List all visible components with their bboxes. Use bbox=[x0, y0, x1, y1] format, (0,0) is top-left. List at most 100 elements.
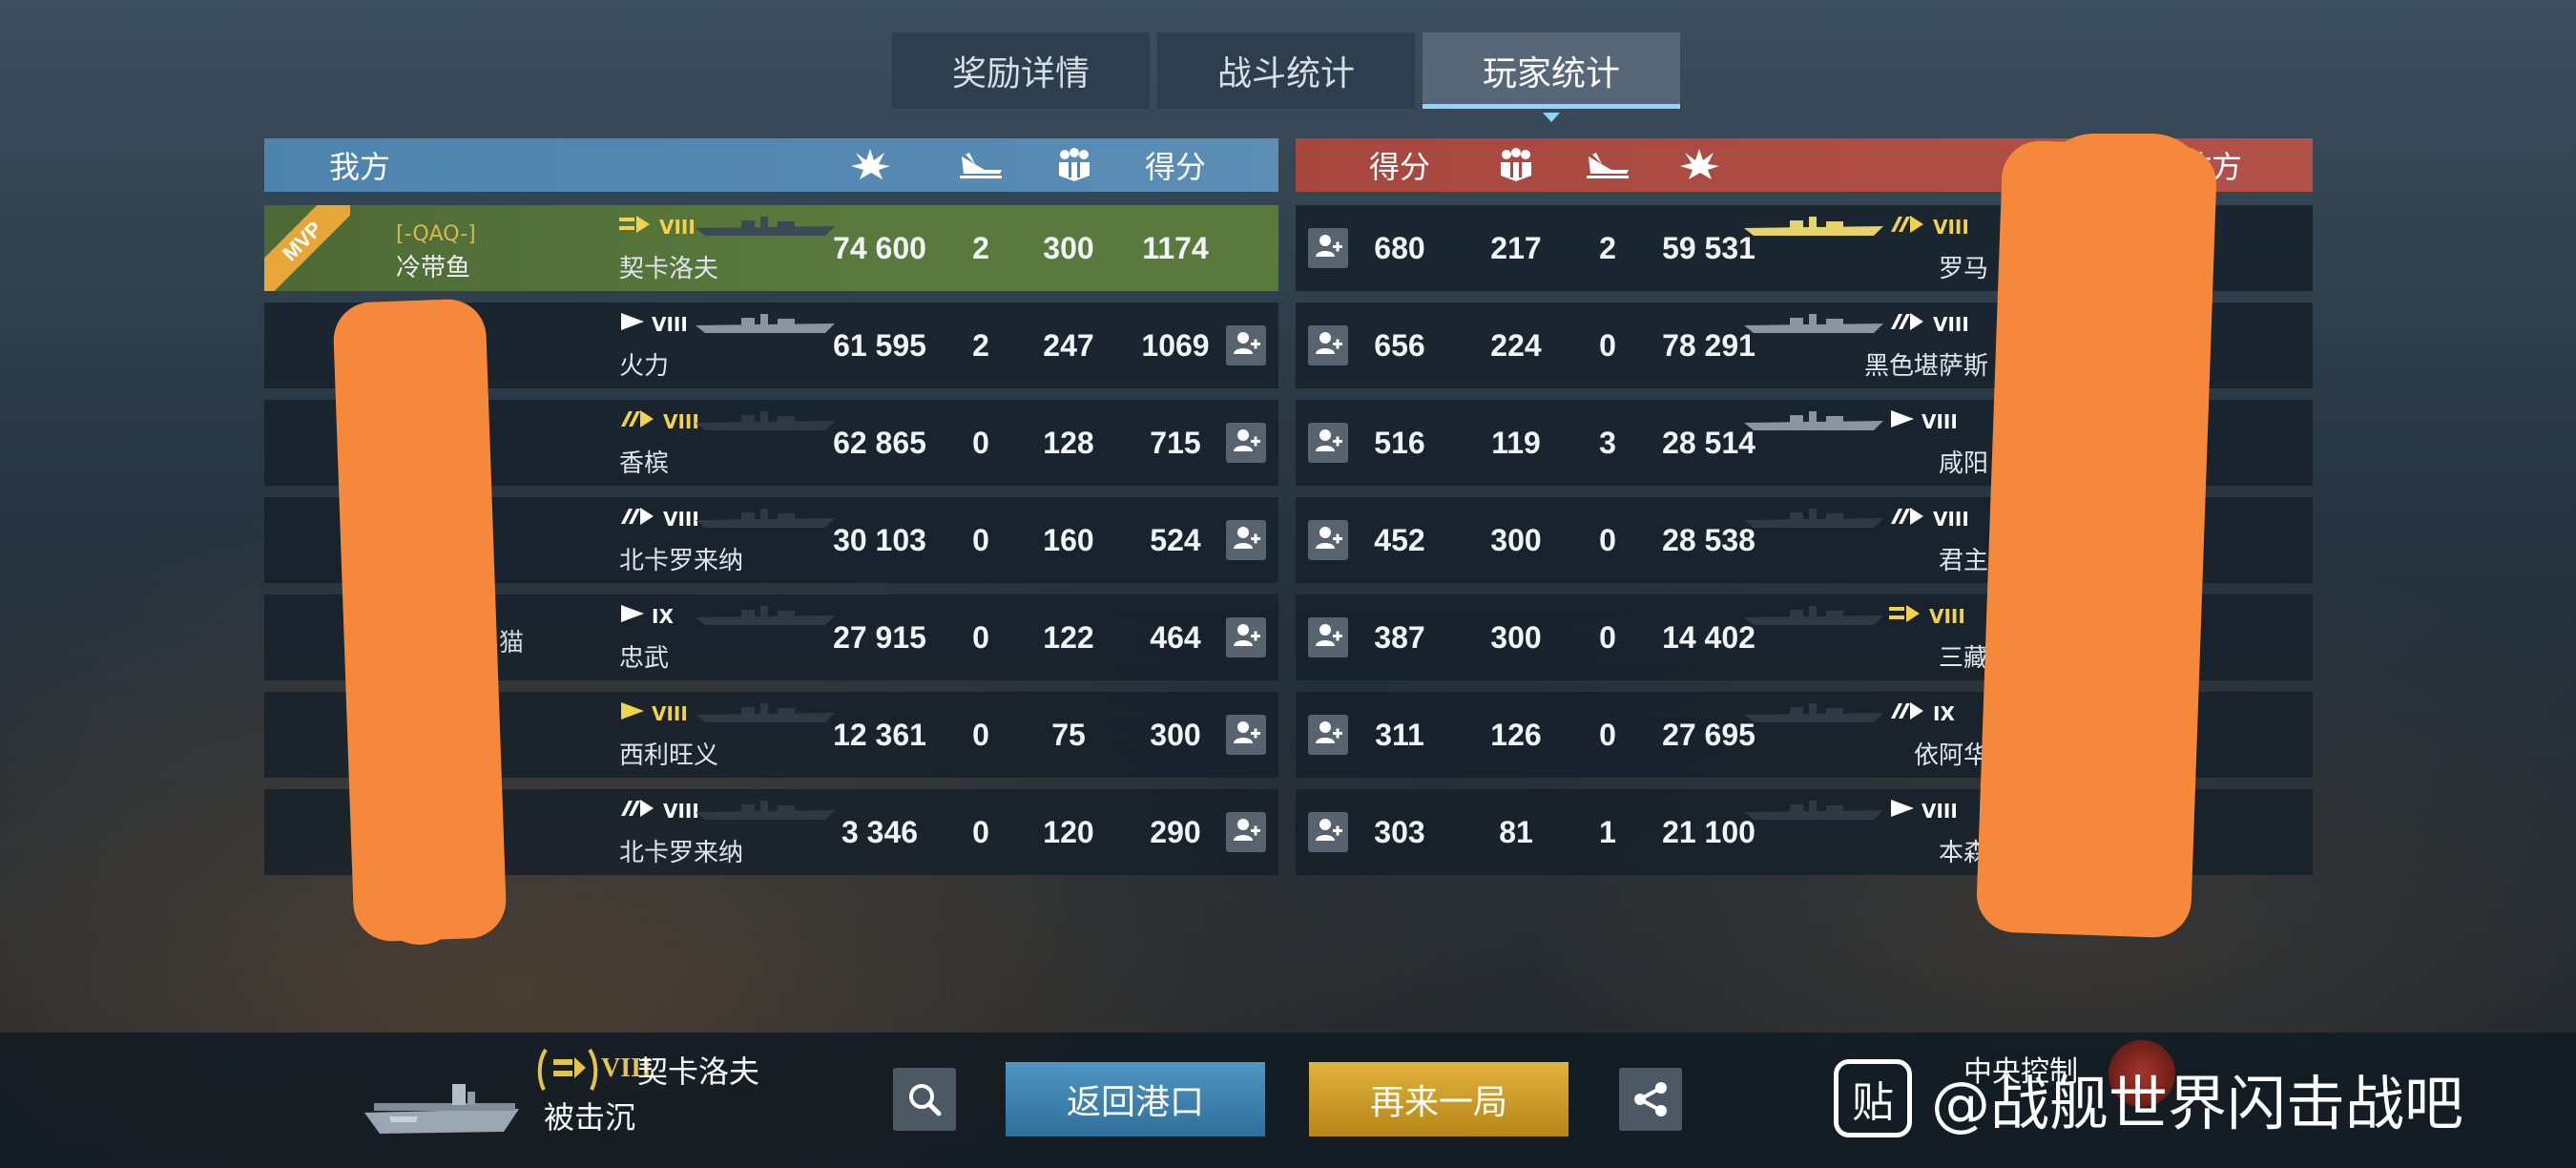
player-name-partial: 猫 bbox=[499, 629, 525, 657]
ship-silhouette bbox=[1742, 312, 1885, 341]
kills-value: 2 bbox=[972, 327, 989, 363]
ship-silhouette bbox=[1742, 799, 1885, 827]
capture-value: 300 bbox=[1490, 619, 1542, 655]
add-friend-button[interactable] bbox=[1226, 325, 1266, 365]
capture-value: 122 bbox=[1043, 619, 1094, 655]
kills-value: 0 bbox=[972, 717, 989, 752]
redaction-scribble-right-top bbox=[2037, 134, 2209, 248]
add-friend-icon bbox=[1232, 427, 1260, 459]
capture-value: 128 bbox=[1043, 425, 1094, 460]
add-friend-button[interactable] bbox=[1226, 520, 1266, 560]
add-friend-icon bbox=[1232, 621, 1260, 654]
damage-value: 27 915 bbox=[833, 619, 926, 655]
tier-label: VIII bbox=[1922, 409, 1958, 433]
kills-value: 2 bbox=[1599, 230, 1616, 265]
score-value: 300 bbox=[1150, 717, 1201, 752]
ship-silhouette bbox=[694, 701, 837, 730]
add-friend-button[interactable] bbox=[1226, 423, 1266, 463]
play-again-button[interactable]: 再来一局 bbox=[1309, 1062, 1568, 1137]
add-friend-button[interactable] bbox=[1308, 423, 1348, 463]
capture-value: 119 bbox=[1491, 425, 1541, 460]
score-value: 303 bbox=[1374, 814, 1425, 849]
tier-label: VIII bbox=[652, 312, 688, 336]
kills-value: 0 bbox=[1599, 327, 1616, 363]
score-value: 464 bbox=[1150, 619, 1201, 655]
ship-class-icon bbox=[619, 604, 646, 628]
ship-class-icon bbox=[1889, 604, 1923, 628]
add-friend-button[interactable] bbox=[1308, 617, 1348, 657]
search-button[interactable] bbox=[893, 1068, 956, 1131]
ship-tier: VIII bbox=[619, 701, 688, 725]
add-friend-button[interactable] bbox=[1308, 812, 1348, 852]
kills-value: 0 bbox=[1599, 717, 1616, 752]
ship-class-icon bbox=[619, 701, 646, 725]
score-value: 387 bbox=[1374, 619, 1425, 655]
mvp-label: MVP bbox=[264, 205, 350, 291]
ship-silhouette bbox=[694, 409, 837, 438]
add-friend-button[interactable] bbox=[1226, 617, 1266, 657]
ship-silhouette bbox=[694, 604, 837, 633]
kills-value: 1 bbox=[1599, 814, 1616, 849]
carrier-silhouette bbox=[361, 1071, 523, 1151]
watermark: 贴 @战舰世界闪击战吧 bbox=[1834, 1055, 2463, 1141]
damage-value: 12 361 bbox=[833, 717, 926, 752]
score-value: 290 bbox=[1150, 814, 1201, 849]
score-value: 680 bbox=[1374, 230, 1425, 265]
ship-name: 契卡洛夫 bbox=[619, 255, 719, 283]
ship-class-icon bbox=[619, 507, 657, 531]
kills-value: 2 bbox=[972, 230, 989, 265]
capture-value: 300 bbox=[1490, 522, 1542, 557]
add-friend-icon bbox=[1314, 816, 1342, 848]
add-friend-button[interactable] bbox=[1308, 325, 1348, 365]
capture-value: 217 bbox=[1490, 230, 1542, 265]
kills-value: 0 bbox=[1599, 522, 1616, 557]
score-value: 1174 bbox=[1142, 230, 1209, 265]
add-friend-button[interactable] bbox=[1308, 520, 1348, 560]
ship-tier: VIII bbox=[1889, 312, 1969, 336]
kills-icon bbox=[1574, 138, 1641, 192]
score-value: 452 bbox=[1374, 522, 1425, 557]
tab-player-stats[interactable]: 玩家统计 bbox=[1423, 32, 1680, 122]
capture-icon bbox=[1483, 138, 1549, 192]
ship-name: 罗马 bbox=[1938, 255, 1988, 283]
score-value: 524 bbox=[1150, 522, 1201, 557]
tab-reward-details[interactable]: 奖励详情 bbox=[892, 32, 1150, 109]
tab-label: 战斗统计 bbox=[1216, 54, 1355, 94]
tier-label: VIII bbox=[1929, 604, 1965, 628]
add-friend-button[interactable] bbox=[1226, 715, 1266, 755]
ship-class-icon bbox=[619, 799, 657, 823]
kills-value: 3 bbox=[1599, 425, 1616, 460]
capture-value: 224 bbox=[1490, 327, 1542, 363]
our-score-header: 得分 bbox=[1144, 149, 1206, 185]
add-friend-button[interactable] bbox=[1308, 228, 1348, 268]
mvp-badge: MVP bbox=[264, 205, 350, 291]
tier-label: IX bbox=[652, 604, 674, 628]
ship-class-icon bbox=[1889, 701, 1927, 725]
add-friend-icon bbox=[1232, 329, 1260, 362]
add-friend-icon bbox=[1314, 719, 1342, 751]
enemy-score-header: 得分 bbox=[1368, 149, 1430, 185]
watermark-text: @战舰世界闪击战吧 bbox=[1931, 1069, 2464, 1138]
capture-icon bbox=[1041, 138, 1108, 192]
tab-battle-stats[interactable]: 战斗统计 bbox=[1157, 32, 1415, 109]
tieba-logo: 贴 bbox=[1834, 1059, 1912, 1137]
ship-tier: VIII bbox=[1889, 799, 1958, 823]
our-player-row[interactable]: MVP [-QAQ-] 冷带鱼 VIII 契卡洛夫 74 600 2 300 1174 bbox=[264, 205, 1278, 291]
add-friend-icon bbox=[1314, 329, 1342, 362]
add-friend-icon bbox=[1232, 816, 1260, 848]
ship-silhouette bbox=[694, 312, 837, 341]
capture-value: 75 bbox=[1051, 717, 1086, 752]
kills-value: 0 bbox=[972, 425, 989, 460]
ship-tier: VIII bbox=[619, 799, 699, 823]
our-team-title: 我方 bbox=[328, 149, 390, 185]
capture-value: 126 bbox=[1490, 717, 1542, 752]
share-button[interactable] bbox=[1619, 1068, 1682, 1131]
capture-value: 160 bbox=[1043, 522, 1094, 557]
return-to-port-button[interactable]: 返回港口 bbox=[1006, 1062, 1265, 1137]
damage-value: 74 600 bbox=[833, 230, 926, 265]
search-icon bbox=[909, 1084, 942, 1116]
tier-label: VIII bbox=[1933, 507, 1969, 531]
add-friend-button[interactable] bbox=[1226, 812, 1266, 852]
ship-class-icon bbox=[619, 409, 657, 433]
add-friend-button[interactable] bbox=[1308, 715, 1348, 755]
